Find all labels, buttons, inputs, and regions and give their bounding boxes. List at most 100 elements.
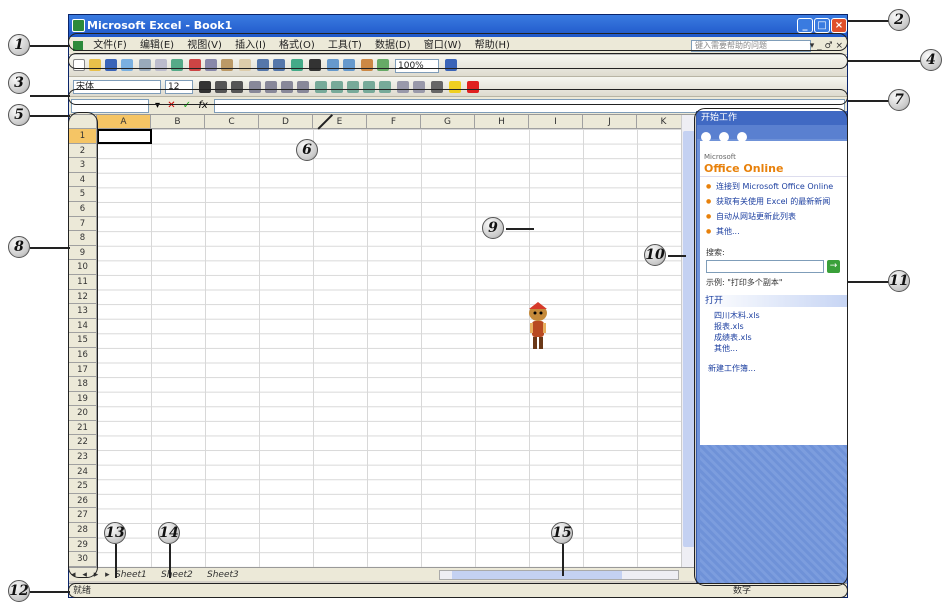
row-header-7[interactable]: 7 [69,216,97,232]
column-header-g[interactable]: G [421,115,475,129]
row-header-16[interactable]: 16 [69,347,97,363]
font-select[interactable]: 宋体 [73,80,161,94]
horizontal-scroll-thumb[interactable] [452,571,622,579]
select-all-corner[interactable] [69,115,97,129]
copy-icon[interactable] [205,59,217,71]
recent-file[interactable]: 成绩表.xls [714,332,833,343]
row-header-5[interactable]: 5 [69,187,97,202]
comma-style-icon[interactable] [347,81,359,93]
row-header-6[interactable]: 6 [69,201,97,217]
row-header-30[interactable]: 30 [69,552,97,567]
sheet-tab-1[interactable]: Sheet1 [111,568,151,582]
row-header-12[interactable]: 12 [69,289,97,305]
merge-center-icon[interactable] [297,81,309,93]
row-header-21[interactable]: 21 [69,420,97,436]
autosum-icon[interactable] [309,59,321,71]
column-header-f[interactable]: F [367,115,421,129]
decrease-indent-icon[interactable] [397,81,409,93]
cancel-icon[interactable]: ✕ [167,100,175,111]
font-color-icon[interactable] [467,81,479,93]
column-header-i[interactable]: I [529,115,583,129]
align-right-icon[interactable] [281,81,293,93]
sheet-tab-3[interactable]: Sheet3 [203,568,243,582]
restore-button[interactable]: □ [814,18,830,33]
column-header-e[interactable]: E [313,115,367,129]
paste-icon[interactable] [221,59,233,71]
currency-icon[interactable] [315,81,327,93]
new-workbook-link[interactable]: 新建工作簿... [700,357,847,380]
document-icon[interactable] [73,41,83,51]
search-go-button[interactable]: → [827,260,840,273]
menu-edit[interactable]: 编辑(E) [135,37,179,55]
office-assistant-icon[interactable] [525,301,551,353]
column-header-j[interactable]: J [583,115,637,129]
link-more[interactable]: 其他... [706,226,841,237]
open-icon[interactable] [89,59,101,71]
row-header-4[interactable]: 4 [69,172,97,188]
redo-icon[interactable] [273,59,285,71]
row-header-14[interactable]: 14 [69,318,97,334]
row-header-13[interactable]: 13 [69,304,97,319]
active-cell[interactable] [97,129,152,144]
new-icon[interactable] [73,59,85,71]
row-header-15[interactable]: 15 [69,333,97,348]
open-more-files[interactable]: 其他... [714,343,833,354]
row-header-1[interactable]: 1 [69,129,97,144]
minimize-button[interactable]: _ [797,18,813,33]
hyperlink-icon[interactable] [291,59,303,71]
menu-format[interactable]: 格式(O) [274,37,320,55]
document-window-controls[interactable]: ▾ _ ♂ × [810,37,843,55]
column-header-a[interactable]: A [97,115,151,129]
format-painter-icon[interactable] [239,59,251,71]
drawing-icon[interactable] [377,59,389,71]
menu-tools[interactable]: 工具(T) [323,37,367,55]
enter-icon[interactable]: ✓ [183,100,191,111]
row-header-26[interactable]: 26 [69,493,97,509]
row-header-10[interactable]: 10 [69,260,97,275]
row-header-27[interactable]: 27 [69,508,97,524]
italic-icon[interactable] [215,81,227,93]
decrease-decimal-icon[interactable] [379,81,391,93]
link-office-online[interactable]: 连接到 Microsoft Office Online [706,181,841,192]
name-box-dropdown-icon[interactable]: ▾ [155,100,160,111]
name-box[interactable] [71,99,149,113]
row-header-2[interactable]: 2 [69,143,97,159]
chart-wizard-icon[interactable] [361,59,373,71]
sort-ascending-icon[interactable] [327,59,339,71]
print-preview-icon[interactable] [155,59,167,71]
row-header-11[interactable]: 11 [69,274,97,290]
row-header-24[interactable]: 24 [69,464,97,480]
insert-function-icon[interactable]: fx [198,100,207,111]
undo-icon[interactable] [257,59,269,71]
help-icon[interactable] [445,59,457,71]
row-header-25[interactable]: 25 [69,479,97,494]
align-center-icon[interactable] [265,81,277,93]
row-header-22[interactable]: 22 [69,435,97,451]
column-header-c[interactable]: C [205,115,259,129]
row-header-19[interactable]: 19 [69,391,97,407]
zoom-select[interactable]: 100% [395,59,439,73]
increase-decimal-icon[interactable] [363,81,375,93]
menu-help[interactable]: 帮助(H) [470,37,515,55]
menu-window[interactable]: 窗口(W) [419,37,467,55]
worksheet-grid[interactable]: ABCDEFGHIJK 1 2 3 4 5 6 7 8 9 10 11 12 13 14 15 16 17 18 1… [69,115,695,567]
menu-insert[interactable]: 插入(I) [230,37,271,55]
increase-indent-icon[interactable] [413,81,425,93]
column-header-b[interactable]: B [151,115,205,129]
spelling-icon[interactable] [171,59,183,71]
vertical-scrollbar[interactable] [681,115,695,567]
row-header-29[interactable]: 29 [69,537,97,553]
recent-file[interactable]: 四川木料.xls [714,310,833,321]
row-header-17[interactable]: 17 [69,362,97,378]
bold-icon[interactable] [199,81,211,93]
menu-file[interactable]: 文件(F) [88,37,132,55]
vertical-scroll-thumb[interactable] [683,131,695,547]
column-header-d[interactable]: D [259,115,313,129]
row-header-8[interactable]: 8 [69,231,97,246]
cells-area[interactable] [97,129,695,567]
row-header-23[interactable]: 23 [69,450,97,465]
align-left-icon[interactable] [249,81,261,93]
link-auto-update[interactable]: 自动从网站更新此列表 [706,211,841,222]
sheet-tab-2[interactable]: Sheet2 [157,568,197,582]
permission-icon[interactable] [121,59,133,71]
